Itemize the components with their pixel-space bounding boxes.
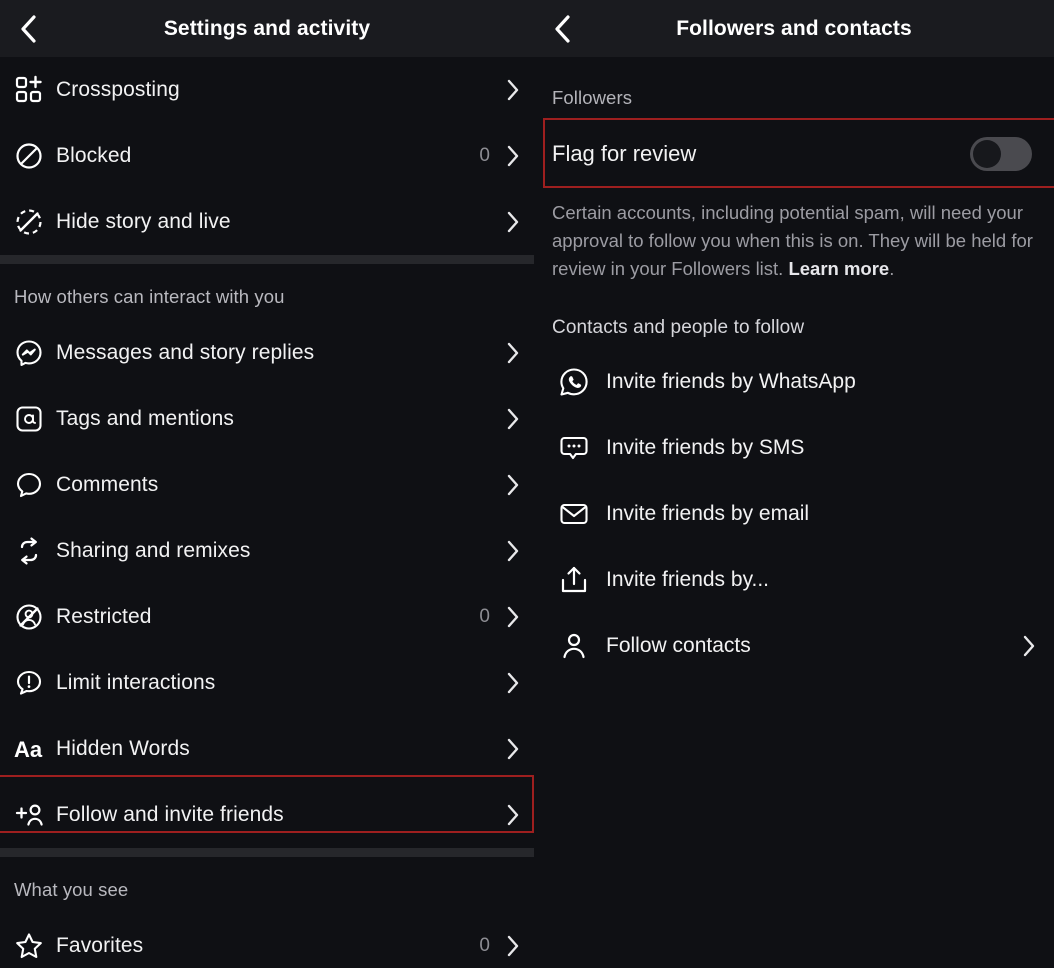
- row-label: Blocked: [56, 144, 132, 167]
- chevron-right-icon: [506, 539, 520, 563]
- chevron-right-icon: [506, 78, 520, 102]
- row-blocked[interactable]: Blocked 0: [0, 123, 534, 189]
- row-label: Hidden Words: [56, 737, 190, 760]
- chevron-right-icon: [506, 210, 520, 234]
- row-count: 0: [479, 935, 490, 956]
- row-label: Follow contacts: [606, 634, 751, 657]
- chevron-right-icon: [506, 605, 520, 629]
- section-divider: [0, 255, 534, 264]
- person-icon: [552, 630, 606, 662]
- row-crossposting[interactable]: Crossposting: [0, 57, 534, 123]
- row-label: Invite friends by SMS: [606, 436, 805, 459]
- row-restricted[interactable]: Restricted 0: [0, 584, 534, 650]
- star-icon: [14, 931, 56, 961]
- sms-icon: [552, 432, 606, 464]
- share-upload-icon: [552, 564, 606, 596]
- row-label: Limit interactions: [56, 671, 216, 694]
- crossposting-icon: [14, 75, 56, 105]
- hidden-words-icon: Aa: [14, 734, 56, 764]
- description-suffix: .: [889, 258, 895, 279]
- row-invite-friends-by-email[interactable]: Invite friends by email: [534, 481, 1054, 547]
- row-count: 0: [479, 606, 490, 627]
- flag-for-review-label: Flag for review: [552, 141, 697, 166]
- left-page-title: Settings and activity: [163, 16, 371, 40]
- chevron-right-icon: [506, 341, 520, 365]
- chevron-right-icon: [506, 934, 520, 958]
- chevron-right-icon: [506, 671, 520, 695]
- chevron-right-icon: [506, 473, 520, 497]
- settings-and-activity-panel: Settings and activity Crossposting Block…: [0, 0, 534, 968]
- chevron-right-icon: [506, 803, 520, 827]
- right-header: Followers and contacts: [534, 0, 1054, 57]
- chevron-right-icon: [506, 407, 520, 431]
- row-limit-interactions[interactable]: Limit interactions: [0, 650, 534, 716]
- row-invite-friends-by-sms[interactable]: Invite friends by SMS: [534, 415, 1054, 481]
- row-tags-and-mentions[interactable]: Tags and mentions: [0, 386, 534, 452]
- hide-story-icon: [14, 207, 56, 237]
- right-page-title: Followers and contacts: [676, 16, 912, 40]
- chevron-right-icon: [506, 737, 520, 761]
- follow-invite-icon: [14, 800, 56, 830]
- whatsapp-icon: [552, 366, 606, 398]
- row-label: Hide story and live: [56, 210, 231, 233]
- row-label: Comments: [56, 473, 159, 496]
- comment-bubble-icon: [14, 470, 56, 500]
- left-header: Settings and activity: [0, 0, 534, 57]
- followers-and-contacts-panel: Followers and contacts Followers Flag fo…: [534, 0, 1054, 968]
- row-follow-and-invite-friends[interactable]: Follow and invite friends: [0, 782, 534, 848]
- row-label: Invite friends by WhatsApp: [606, 370, 856, 393]
- back-button-left[interactable]: [0, 0, 56, 57]
- row-sharing-and-remixes[interactable]: Sharing and remixes: [0, 518, 534, 584]
- limit-interactions-icon: [14, 668, 56, 698]
- remix-icon: [14, 536, 56, 566]
- row-label: Invite friends by email: [606, 502, 810, 525]
- row-favorites[interactable]: Favorites 0: [0, 913, 534, 968]
- chevron-left-icon: [555, 14, 570, 43]
- chevron-right-icon: [506, 144, 520, 168]
- restricted-icon: [14, 602, 56, 632]
- flag-for-review-description: Certain accounts, including potential sp…: [534, 189, 1054, 283]
- row-label: Crossposting: [56, 78, 180, 101]
- row-hide-story-and-live[interactable]: Hide story and live: [0, 189, 534, 255]
- section-divider: [0, 848, 534, 857]
- row-hidden-words[interactable]: Aa Hidden Words: [0, 716, 534, 782]
- row-comments[interactable]: Comments: [0, 452, 534, 518]
- row-label: Invite friends by...: [606, 568, 770, 591]
- row-label: Tags and mentions: [56, 407, 234, 430]
- row-invite-friends-by-whatsapp[interactable]: Invite friends by WhatsApp: [534, 349, 1054, 415]
- toggle-knob: [973, 140, 1001, 168]
- blocked-icon: [14, 141, 56, 171]
- row-label: Follow and invite friends: [56, 803, 284, 826]
- row-count: 0: [479, 145, 490, 166]
- messenger-icon: [14, 338, 56, 368]
- row-invite-friends-by-other[interactable]: Invite friends by...: [534, 547, 1054, 613]
- flag-for-review-toggle[interactable]: [970, 137, 1032, 171]
- flag-for-review-row[interactable]: Flag for review: [534, 119, 1054, 189]
- row-label: Favorites: [56, 934, 144, 957]
- section-label-contacts: Contacts and people to follow: [552, 317, 805, 338]
- row-label: Messages and story replies: [56, 341, 315, 364]
- section-label-what-you-see: What you see: [14, 879, 129, 900]
- app-screen: Settings and activity Crossposting Block…: [0, 0, 1054, 968]
- learn-more-link[interactable]: Learn more: [788, 258, 889, 279]
- row-label: Restricted: [56, 605, 152, 628]
- chevron-right-icon: [1022, 634, 1036, 658]
- row-messages-and-story-replies[interactable]: Messages and story replies: [0, 320, 534, 386]
- section-label-interact: How others can interact with you: [14, 286, 285, 307]
- back-button-right[interactable]: [534, 0, 590, 57]
- at-mention-icon: [14, 404, 56, 434]
- email-icon: [552, 498, 606, 530]
- row-follow-contacts[interactable]: Follow contacts: [534, 613, 1054, 679]
- row-label: Sharing and remixes: [56, 539, 251, 562]
- chevron-left-icon: [21, 14, 36, 43]
- section-label-followers: Followers: [552, 87, 633, 108]
- svg-text:Aa: Aa: [14, 737, 43, 762]
